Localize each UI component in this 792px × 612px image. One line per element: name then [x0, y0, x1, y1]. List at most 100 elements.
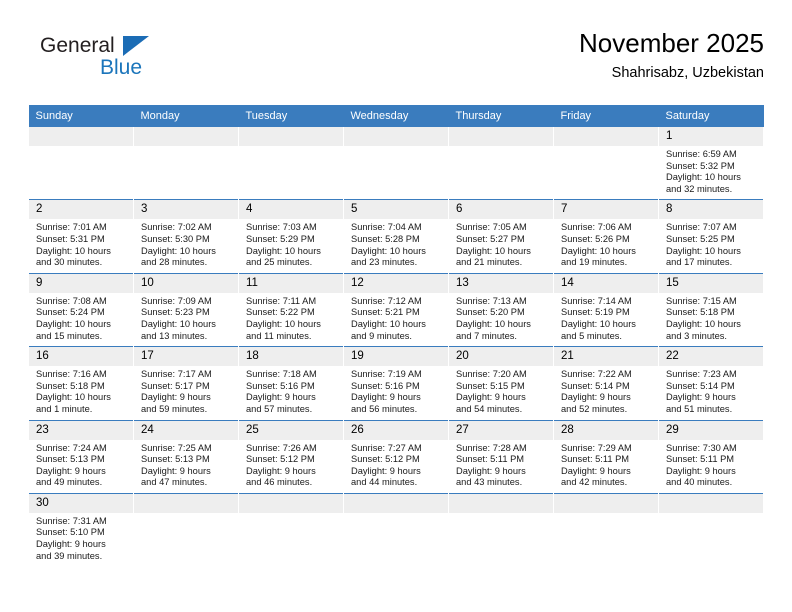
day-details: Sunrise: 7:09 AM Sunset: 5:23 PM Daylight:…: [134, 293, 238, 346]
sunset-text: Sunset: 5:23 PM: [141, 307, 210, 318]
calendar-day-cell[interactable]: 3 Sunrise: 7:02 AM Sunset: 5:30 PM Daylight…: [133, 199, 239, 274]
sunset-text: Sunset: 5:20 PM: [456, 307, 525, 318]
calendar-day-cell[interactable]: 23 Sunrise: 7:24 AM Sunset: 5:13 PM Dayligh…: [28, 419, 134, 494]
sunrise-text: Sunrise: 7:03 AM: [246, 222, 317, 233]
calendar-day-cell[interactable]: 12 Sunrise: 7:12 AM Sunset: 5:21 PM Dayligh…: [343, 272, 449, 347]
calendar-cell-empty: [343, 492, 449, 567]
calendar-day-cell[interactable]: 4 Sunrise: 7:03 AM Sunset: 5:29 PM Daylight…: [238, 199, 344, 274]
sunrise-text: Sunrise: 7:17 AM: [141, 369, 212, 380]
day-number: 1: [659, 127, 763, 146]
calendar-day-cell[interactable]: 13 Sunrise: 7:13 AM Sunset: 5:20 PM Dayligh…: [448, 272, 554, 347]
daylight-text-line1: Daylight: 10 hours: [246, 318, 321, 329]
calendar-day-cell[interactable]: 29 Sunrise: 7:30 AM Sunset: 5:11 PM Dayligh…: [658, 419, 764, 494]
day-details: Sunrise: 7:25 AM Sunset: 5:13 PM Daylight:…: [134, 440, 238, 493]
sunset-text: Sunset: 5:31 PM: [36, 233, 105, 244]
sunrise-text: Sunrise: 7:05 AM: [456, 222, 527, 233]
day-number: 27: [449, 420, 553, 440]
calendar-day-cell[interactable]: 19 Sunrise: 7:19 AM Sunset: 5:16 PM Dayligh…: [343, 346, 449, 420]
sunrise-text: Sunrise: 7:11 AM: [246, 295, 317, 306]
sunrise-text: Sunrise: 7:06 AM: [561, 222, 632, 233]
calendar-day-cell[interactable]: 25 Sunrise: 7:26 AM Sunset: 5:12 PM Dayligh…: [238, 419, 344, 494]
calendar-day-cell[interactable]: 7 Sunrise: 7:06 AM Sunset: 5:26 PM Daylight…: [553, 199, 659, 274]
daylight-text-line2: and 21 minutes.: [456, 257, 523, 268]
column-header-sunday: Sunday: [28, 105, 134, 127]
day-number: 2: [29, 200, 133, 220]
day-details: Sunrise: 7:03 AM Sunset: 5:29 PM Daylight:…: [239, 219, 343, 272]
sunset-text: Sunset: 5:18 PM: [666, 307, 735, 318]
sunset-text: Sunset: 5:14 PM: [666, 380, 735, 391]
day-number: [659, 493, 763, 513]
daylight-text-line2: and 9 minutes.: [351, 330, 412, 341]
sunrise-text: Sunrise: 7:01 AM: [36, 222, 107, 233]
sunset-text: Sunset: 5:28 PM: [351, 233, 420, 244]
day-number: 6: [449, 200, 553, 220]
day-number: 15: [659, 273, 763, 293]
calendar-day-cell[interactable]: 30 Sunrise: 7:31 AM Sunset: 5:10 PM Dayligh…: [28, 492, 134, 567]
calendar-week-row: 2 Sunrise: 7:01 AM Sunset: 5:31 PM Daylight…: [28, 199, 764, 274]
calendar-day-cell[interactable]: 15 Sunrise: 7:15 AM Sunset: 5:18 PM Dayligh…: [658, 272, 764, 347]
daylight-text-line2: and 44 minutes.: [351, 477, 418, 488]
day-details: Sunrise: 7:23 AM Sunset: 5:14 PM Daylight:…: [659, 366, 763, 419]
day-details: Sunrise: 7:13 AM Sunset: 5:20 PM Daylight:…: [449, 293, 553, 346]
sunset-text: Sunset: 5:10 PM: [36, 527, 105, 538]
calendar-body: 1 Sunrise: 6:59 AM Sunset: 5:32 PM Daylight…: [28, 127, 764, 567]
day-number: [134, 127, 238, 146]
calendar-day-cell[interactable]: 24 Sunrise: 7:25 AM Sunset: 5:13 PM Dayligh…: [133, 419, 239, 494]
sunset-text: Sunset: 5:18 PM: [36, 380, 105, 391]
daylight-text-line1: Daylight: 9 hours: [36, 465, 106, 476]
calendar-day-cell[interactable]: 1 Sunrise: 6:59 AM Sunset: 5:32 PM Daylight…: [658, 127, 764, 200]
day-number: 14: [554, 273, 658, 293]
sunrise-text: Sunrise: 7:07 AM: [666, 222, 737, 233]
sunrise-text: Sunrise: 6:59 AM: [666, 149, 737, 159]
sunrise-text: Sunrise: 7:04 AM: [351, 222, 422, 233]
calendar-day-cell[interactable]: 8 Sunrise: 7:07 AM Sunset: 5:25 PM Daylight…: [658, 199, 764, 274]
calendar-day-cell[interactable]: 9 Sunrise: 7:08 AM Sunset: 5:24 PM Daylight…: [28, 272, 134, 347]
day-number: 10: [134, 273, 238, 293]
daylight-text-line2: and 19 minutes.: [561, 257, 628, 268]
general-blue-logo[interactable]: General Blue: [40, 34, 220, 92]
calendar-day-cell[interactable]: 11 Sunrise: 7:11 AM Sunset: 5:22 PM Dayligh…: [238, 272, 344, 347]
daylight-text-line2: and 7 minutes.: [456, 330, 517, 341]
calendar-day-cell[interactable]: 21 Sunrise: 7:22 AM Sunset: 5:14 PM Dayligh…: [553, 346, 659, 420]
sunset-text: Sunset: 5:16 PM: [351, 380, 420, 391]
daylight-text-line1: Daylight: 9 hours: [666, 392, 736, 403]
daylight-text-line2: and 56 minutes.: [351, 403, 418, 414]
calendar-day-cell[interactable]: 22 Sunrise: 7:23 AM Sunset: 5:14 PM Dayligh…: [658, 346, 764, 420]
day-number: 20: [449, 347, 553, 367]
calendar-day-cell[interactable]: 18 Sunrise: 7:18 AM Sunset: 5:16 PM Dayligh…: [238, 346, 344, 420]
calendar-day-cell[interactable]: 28 Sunrise: 7:29 AM Sunset: 5:11 PM Dayligh…: [553, 419, 659, 494]
logo-triangle-icon: [123, 36, 149, 56]
daylight-text-line2: and 43 minutes.: [456, 477, 523, 488]
calendar-day-cell[interactable]: 6 Sunrise: 7:05 AM Sunset: 5:27 PM Daylight…: [448, 199, 554, 274]
calendar-day-cell[interactable]: 14 Sunrise: 7:14 AM Sunset: 5:19 PM Dayligh…: [553, 272, 659, 347]
daylight-text-line1: Daylight: 10 hours: [666, 318, 741, 329]
calendar-day-cell[interactable]: 5 Sunrise: 7:04 AM Sunset: 5:28 PM Daylight…: [343, 199, 449, 274]
day-details: Sunrise: 7:22 AM Sunset: 5:14 PM Daylight:…: [554, 366, 658, 419]
calendar-day-cell[interactable]: 27 Sunrise: 7:28 AM Sunset: 5:11 PM Dayligh…: [448, 419, 554, 494]
sunset-text: Sunset: 5:11 PM: [456, 454, 525, 465]
daylight-text-line1: Daylight: 10 hours: [666, 172, 741, 183]
sunset-text: Sunset: 5:29 PM: [246, 233, 315, 244]
sunset-text: Sunset: 5:13 PM: [141, 454, 210, 465]
daylight-text-line2: and 52 minutes.: [561, 403, 628, 414]
calendar-day-cell[interactable]: 2 Sunrise: 7:01 AM Sunset: 5:31 PM Daylight…: [28, 199, 134, 274]
calendar-day-cell[interactable]: 20 Sunrise: 7:20 AM Sunset: 5:15 PM Dayligh…: [448, 346, 554, 420]
sunrise-text: Sunrise: 7:25 AM: [141, 442, 212, 453]
calendar-cell-empty: [238, 127, 344, 200]
logo-word-general: General: [40, 34, 115, 57]
calendar-day-cell[interactable]: 10 Sunrise: 7:09 AM Sunset: 5:23 PM Dayligh…: [133, 272, 239, 347]
sunrise-text: Sunrise: 7:09 AM: [141, 295, 212, 306]
day-number: 25: [239, 420, 343, 440]
calendar-day-cell[interactable]: 16 Sunrise: 7:16 AM Sunset: 5:18 PM Dayligh…: [28, 346, 134, 420]
day-details: Sunrise: 7:29 AM Sunset: 5:11 PM Daylight:…: [554, 440, 658, 493]
daylight-text-line2: and 51 minutes.: [666, 403, 733, 414]
sunset-text: Sunset: 5:14 PM: [561, 380, 630, 391]
daylight-text-line1: Daylight: 9 hours: [141, 392, 211, 403]
daylight-text-line2: and 54 minutes.: [456, 403, 523, 414]
daylight-text-line1: Daylight: 10 hours: [36, 318, 111, 329]
sunrise-text: Sunrise: 7:18 AM: [246, 369, 317, 380]
calendar-day-cell[interactable]: 17 Sunrise: 7:17 AM Sunset: 5:17 PM Dayligh…: [133, 346, 239, 420]
calendar-day-cell[interactable]: 26 Sunrise: 7:27 AM Sunset: 5:12 PM Dayligh…: [343, 419, 449, 494]
day-details: Sunrise: 7:26 AM Sunset: 5:12 PM Daylight:…: [239, 440, 343, 493]
daylight-text-line1: Daylight: 10 hours: [36, 392, 111, 403]
